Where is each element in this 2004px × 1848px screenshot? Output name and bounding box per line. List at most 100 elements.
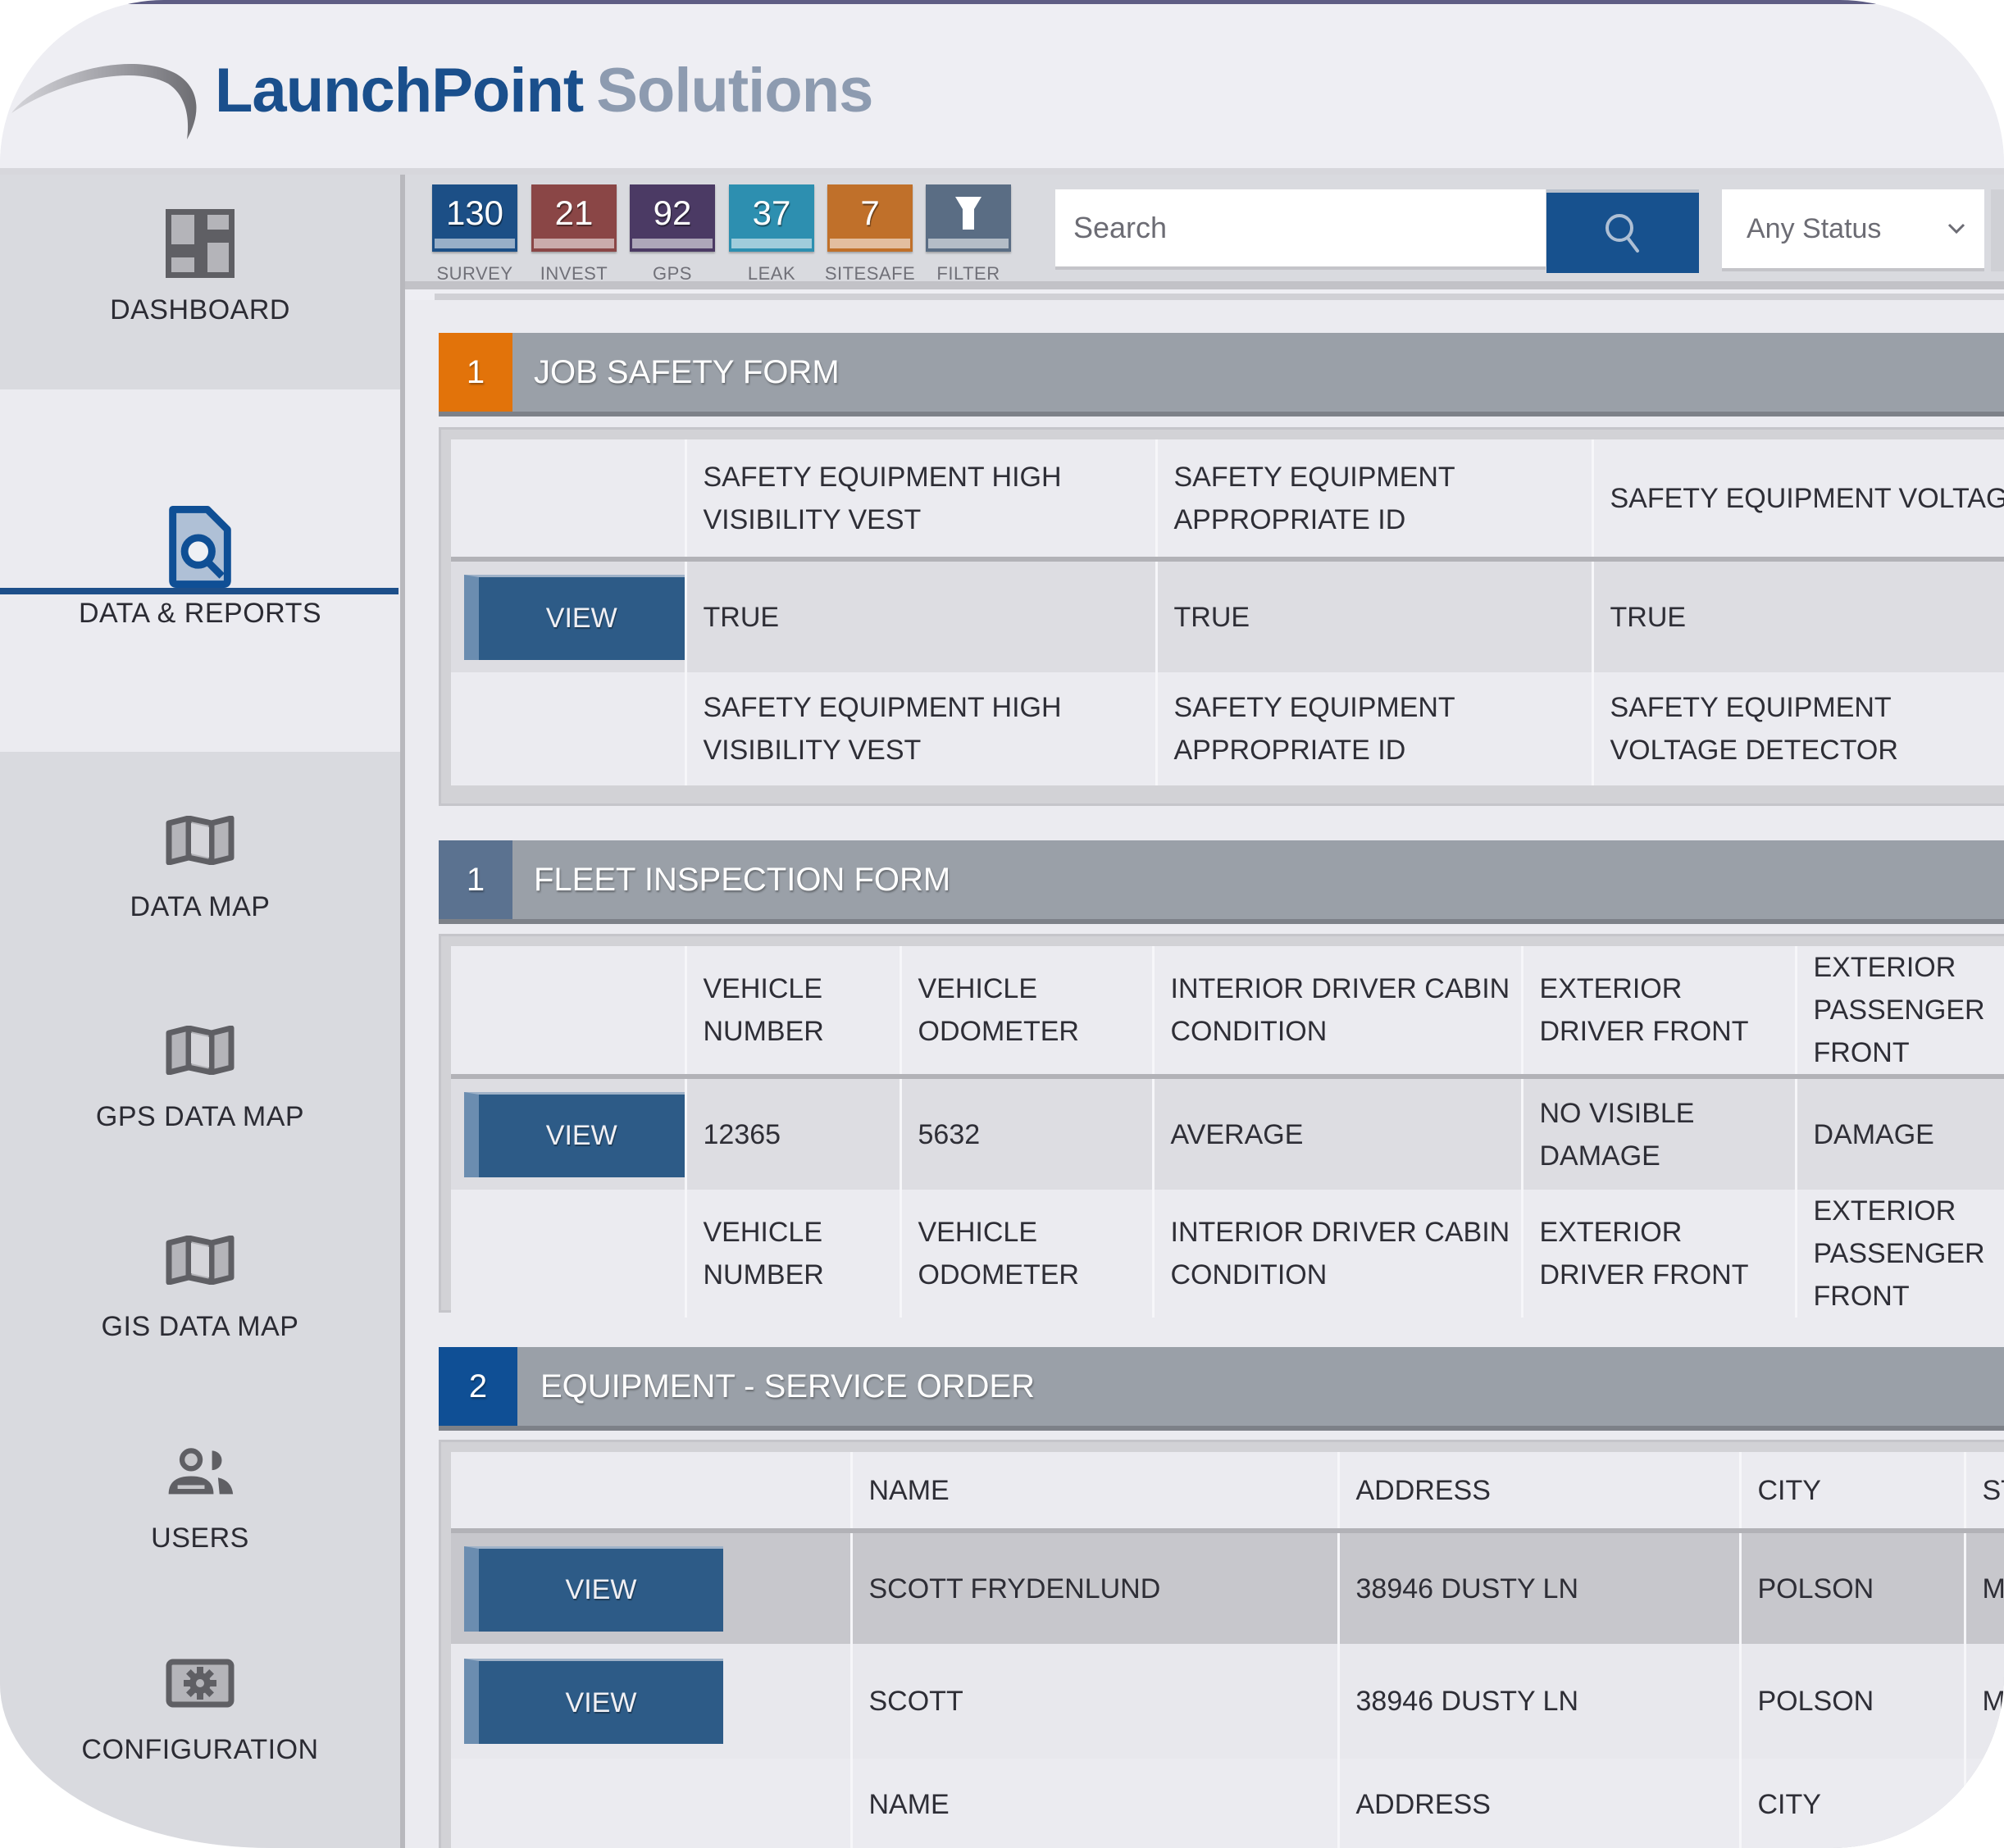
column-header[interactable]: SAFETY EQUIPMENT HIGH VISIBILITY VEST <box>684 439 1156 562</box>
sidebar-item-gis-data-map[interactable]: GIS DATA MAP <box>0 1226 400 1390</box>
column-header[interactable]: NAME <box>849 1452 1338 1533</box>
section-header-equipment-service-order[interactable]: 2 EQUIPMENT - SERVICE ORDER <box>439 1347 2004 1431</box>
content-top-shadow <box>435 294 2004 300</box>
column-header[interactable]: ADDRESS <box>1337 1452 1740 1533</box>
filter-icon <box>955 197 982 230</box>
section-header-job-safety-form[interactable]: 1 JOB SAFETY FORM <box>439 333 2004 416</box>
section-title: FLEET INSPECTION FORM <box>534 861 951 898</box>
search-input[interactable]: Search <box>1055 189 1546 270</box>
column-header[interactable]: EXTERIOR DRIVER FRONT <box>1520 946 1796 1079</box>
toolbar-divider <box>405 281 2004 289</box>
table-header-row: VEHICLE NUMBER VEHICLE ODOMETER INTERIOR… <box>451 946 2004 1079</box>
badge-count: 37 <box>752 193 791 232</box>
logo-swoosh-icon <box>11 63 197 139</box>
search-placeholder: Search <box>1073 211 1168 244</box>
table-row[interactable]: VIEW 12365 5632 AVERAGE NO VISIBLE DAMAG… <box>451 1076 2004 1190</box>
status-select-value: Any Status <box>1747 212 1882 244</box>
column-header[interactable]: INTERIOR DRIVER CABIN CONDITION <box>1151 946 1522 1079</box>
table-header-row: SAFETY EQUIPMENT HIGH VISIBILITY VEST SA… <box>451 439 2004 562</box>
active-nav-indicator <box>0 588 399 594</box>
sidebar-item-label: DASHBOARD <box>110 294 290 325</box>
chevron-down-icon <box>1947 223 1965 234</box>
view-button[interactable]: VIEW <box>464 574 685 660</box>
sidebar-item-users[interactable]: USERS <box>0 1437 400 1601</box>
app-window: LaunchPoint Solutions DASHBOARD DATA & R… <box>0 0 2004 1848</box>
column-header[interactable]: SAFETY EQUIPMENT VOLTAGE DETECTOR <box>1591 439 2004 562</box>
section-title: JOB SAFETY FORM <box>534 353 840 390</box>
section-header-fleet-inspection-form[interactable]: 1 FLEET INSPECTION FORM <box>439 840 2004 924</box>
sidebar-item-label: GIS DATA MAP <box>101 1311 299 1342</box>
sidebar-item-label: GPS DATA MAP <box>95 1101 305 1132</box>
gear-icon <box>166 1649 235 1718</box>
view-button[interactable]: VIEW <box>464 1545 723 1632</box>
column-header[interactable]: CITY <box>1738 1452 1965 1533</box>
column-header[interactable]: STATE <box>1963 1452 2004 1533</box>
column-header[interactable]: EXTERIOR PASSENGER FRONT <box>1794 946 2004 1079</box>
column-header[interactable]: SAFETY EQUIPMENT APPROPRIATE ID <box>1155 439 1592 562</box>
badge-filter[interactable]: FILTER <box>926 184 1011 284</box>
table-cell: AVERAGE <box>1151 1076 1522 1190</box>
table-cell: TRUE <box>684 559 1156 672</box>
badge-sitesafe[interactable]: 7 SITESAFE <box>825 184 915 284</box>
table-cell: 12365 <box>684 1076 900 1190</box>
section-title: EQUIPMENT - SERVICE ORDER <box>540 1368 1036 1404</box>
report-search-icon <box>166 505 235 588</box>
sidebar-item-dashboard[interactable]: DASHBOARD <box>0 209 400 414</box>
table-fleet-inspection-form: VEHICLE NUMBER VEHICLE ODOMETER INTERIOR… <box>439 934 2004 1318</box>
table-cell: MT <box>1963 1531 2004 1644</box>
dashboard-icon <box>166 209 235 278</box>
table-row[interactable]: VIEW SCOTT 38946 DUSTY LN POLSON MT <box>451 1644 2004 1759</box>
header-divider <box>0 168 2004 175</box>
sidebar-item-label: DATA & REPORTS <box>78 597 322 629</box>
view-button[interactable]: VIEW <box>464 1659 723 1744</box>
badge-count: 21 <box>554 193 594 232</box>
column-footer: VEHICLE ODOMETER <box>899 1190 1153 1318</box>
badge-count: 7 <box>860 193 880 232</box>
sidebar-item-configuration[interactable]: CONFIGURATION <box>0 1649 400 1813</box>
sidebar-item-label: DATA MAP <box>130 891 271 922</box>
table-cell: POLSON <box>1738 1531 1965 1644</box>
table-cell: 38946 DUSTY LN <box>1337 1531 1740 1644</box>
table-cell: TRUE <box>1155 559 1592 672</box>
table-cell: DAMAGE <box>1794 1076 2004 1190</box>
column-footer: INTERIOR DRIVER CABIN CONDITION <box>1151 1190 1522 1318</box>
column-footer: SAFETY EQUIPMENT VOLTAGE DETECTOR <box>1591 672 2004 785</box>
table-row[interactable]: VIEW TRUE TRUE TRUE <box>451 559 2004 672</box>
logo[interactable]: LaunchPoint Solutions <box>215 55 873 126</box>
sidebar-item-data-reports[interactable]: DATA & REPORTS <box>0 389 400 752</box>
logo-primary: LaunchPoint <box>215 56 584 125</box>
table-row[interactable]: VIEW SCOTT FRYDENLUND 38946 DUSTY LN POL… <box>451 1531 2004 1644</box>
sidebar-item-data-map[interactable]: DATA MAP <box>0 806 400 970</box>
column-footer: EXTERIOR DRIVER FRONT <box>1520 1190 1796 1318</box>
column-header[interactable]: VEHICLE NUMBER <box>684 946 900 1079</box>
map-icon <box>166 806 235 875</box>
map-icon <box>166 1226 235 1295</box>
map-icon <box>166 1016 235 1085</box>
badge-count: 130 <box>445 193 504 232</box>
search-button[interactable] <box>1546 189 1699 273</box>
sidebar-item-gps-data-map[interactable]: GPS DATA MAP <box>0 1016 400 1180</box>
status-select[interactable]: Any Status <box>1722 189 1984 271</box>
table-cell: 5632 <box>899 1076 1153 1190</box>
main-content: 1 JOB SAFETY FORM SAFETY EQUIPMENT HIGH … <box>405 300 2004 1848</box>
data-table: SAFETY EQUIPMENT HIGH VISIBILITY VEST SA… <box>451 439 2004 785</box>
table-cell: POLSON <box>1738 1644 1965 1759</box>
sidebar: DASHBOARD DATA & REPORTS DATA MAP GPS DA… <box>0 175 400 1848</box>
badge-invest[interactable]: 21 INVEST <box>531 184 617 284</box>
data-table: VEHICLE NUMBER VEHICLE ODOMETER INTERIOR… <box>451 946 2004 1318</box>
table-cell: TRUE <box>1591 559 2004 672</box>
section-count-badge: 1 <box>439 333 512 412</box>
badge-gps[interactable]: 92 GPS <box>630 184 715 284</box>
table-cell: MT <box>1963 1644 2004 1759</box>
table-equipment-service-order: NAME ADDRESS CITY STATE VIEW SCOTT FRYDE… <box>439 1440 2004 1848</box>
column-header[interactable]: VEHICLE ODOMETER <box>899 946 1153 1079</box>
view-button[interactable]: VIEW <box>464 1091 685 1177</box>
badge-survey[interactable]: 130 SURVEY <box>432 184 517 284</box>
badge-leak[interactable]: 37 LEAK <box>729 184 814 284</box>
table-cell: 38946 DUSTY LN <box>1337 1644 1740 1759</box>
table-footer-row: SAFETY EQUIPMENT HIGH VISIBILITY VEST SA… <box>451 672 2004 785</box>
badge-count: 92 <box>653 193 692 232</box>
search-icon <box>1605 214 1639 253</box>
toolbar: 130 SURVEY 21 INVEST 92 GPS 37 LEAK 7 SI… <box>405 175 2004 284</box>
column-footer: SAFETY EQUIPMENT HIGH VISIBILITY VEST <box>684 672 1156 785</box>
